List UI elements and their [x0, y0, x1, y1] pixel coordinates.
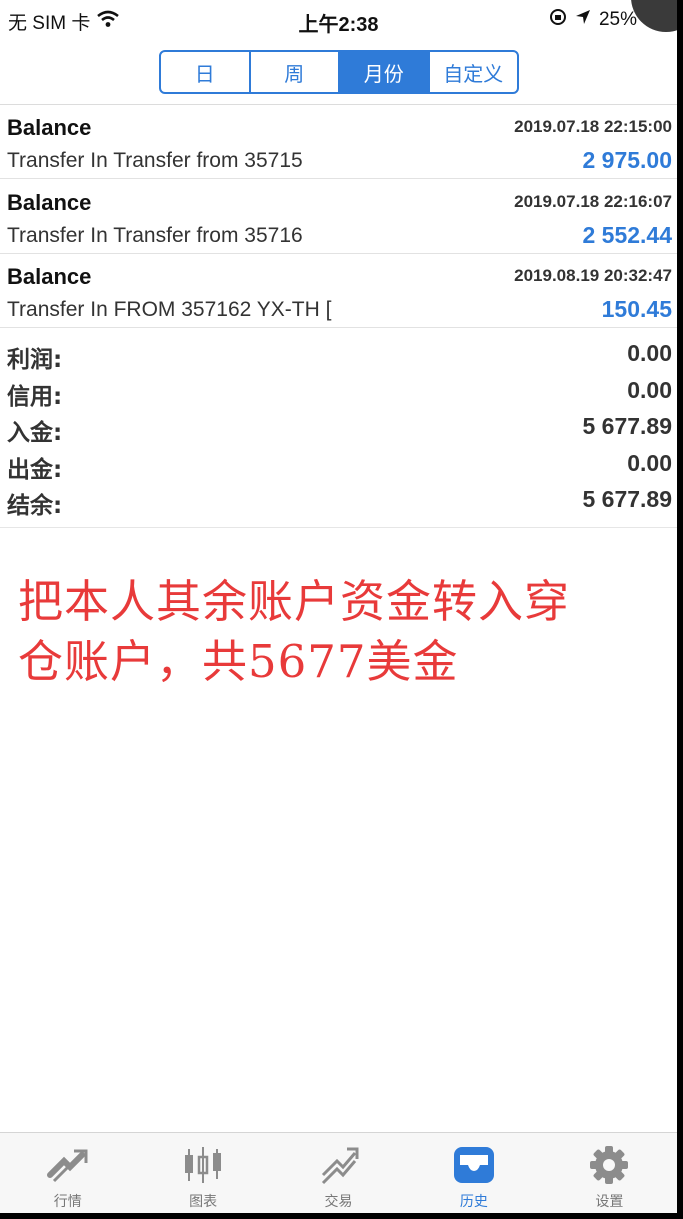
tab-custom[interactable]: 自定义: [430, 52, 518, 92]
history-record[interactable]: Balance 2019.08.19 20:32:47 Transfer In …: [0, 254, 677, 328]
annotation-text: 把本人其余账户资金转入穿 仓账户，共5677美金: [18, 572, 668, 692]
summary-label: 利润:: [7, 347, 63, 373]
screen: 无 SIM 卡 上午2:38 25% 日 周 月份 自定义 Balance 20…: [0, 0, 677, 1213]
tab-quotes[interactable]: 行情: [0, 1133, 135, 1213]
period-segmented-control: 日 周 月份 自定义: [159, 50, 519, 94]
history-record[interactable]: Balance 2019.07.18 22:16:07 Transfer In …: [0, 180, 677, 254]
quotes-icon: [46, 1145, 90, 1185]
rotation-lock-icon: [549, 8, 567, 32]
location-icon: [575, 9, 591, 31]
summary-label: 入金:: [7, 420, 63, 446]
summary-row-withdrawal: 出金: 0.00: [0, 448, 677, 485]
tab-label: 设置: [595, 1194, 624, 1210]
settings-icon: [587, 1145, 631, 1185]
summary-value: 5 677.89: [582, 413, 672, 439]
summary-row-profit: 利润: 0.00: [0, 338, 677, 375]
record-comment: Transfer In Transfer from 35716: [7, 224, 303, 247]
summary-row-balance: 结余: 5 677.89: [0, 484, 677, 521]
trade-icon: [317, 1145, 361, 1185]
summary-value: 0.00: [627, 340, 672, 366]
summary-row-deposit: 入金: 5 677.89: [0, 411, 677, 448]
status-right: 25%: [549, 8, 637, 32]
annotation-line: 仓账户，共5677美金: [18, 635, 459, 688]
divider: [0, 527, 677, 528]
account-summary: 利润: 0.00 信用: 0.00 入金: 5 677.89 出金: 0.00 …: [0, 338, 677, 521]
summary-row-credit: 信用: 0.00: [0, 375, 677, 412]
record-datetime: 2019.07.18 22:15:00: [514, 117, 672, 136]
summary-value: 5 677.89: [582, 486, 672, 512]
record-type: Balance: [7, 115, 92, 140]
tab-label: 图表: [189, 1194, 218, 1210]
tab-week[interactable]: 周: [251, 52, 340, 92]
status-bar: 无 SIM 卡 上午2:38 25%: [0, 0, 677, 40]
history-icon: [452, 1145, 496, 1185]
summary-value: 0.00: [627, 449, 672, 476]
record-datetime: 2019.08.19 20:32:47: [514, 266, 672, 285]
summary-value: 0.00: [627, 376, 672, 403]
history-record[interactable]: Balance 2019.07.18 22:15:00 Transfer In …: [0, 105, 677, 179]
tab-label: 行情: [53, 1194, 82, 1210]
tab-history[interactable]: 历史: [406, 1133, 541, 1213]
record-comment: Transfer In Transfer from 35715: [7, 149, 303, 172]
record-amount: 2 552.44: [582, 222, 672, 248]
tab-label: 交易: [324, 1194, 353, 1210]
record-type: Balance: [7, 264, 92, 289]
tab-label: 历史: [459, 1194, 488, 1210]
summary-label: 结余:: [7, 493, 63, 519]
tab-trade[interactable]: 交易: [271, 1133, 406, 1213]
annotation-line: 把本人其余账户资金转入穿: [18, 575, 571, 628]
record-datetime: 2019.07.18 22:16:07: [514, 192, 672, 211]
battery-percent: 25%: [598, 9, 637, 30]
record-type: Balance: [7, 190, 92, 215]
record-amount: 150.45: [601, 296, 672, 322]
bottom-tab-bar: 行情 图表 交易 历史 设置: [0, 1132, 677, 1213]
record-comment: Transfer In FROM 357162 YX-TH [: [7, 298, 332, 321]
tab-chart[interactable]: 图表: [135, 1133, 270, 1213]
chart-icon: [181, 1145, 225, 1185]
summary-label: 出金:: [7, 456, 63, 483]
tab-day[interactable]: 日: [161, 52, 251, 92]
tab-settings[interactable]: 设置: [542, 1133, 677, 1213]
tab-month[interactable]: 月份: [340, 52, 430, 92]
summary-label: 信用:: [7, 383, 63, 410]
record-amount: 2 975.00: [582, 147, 672, 173]
